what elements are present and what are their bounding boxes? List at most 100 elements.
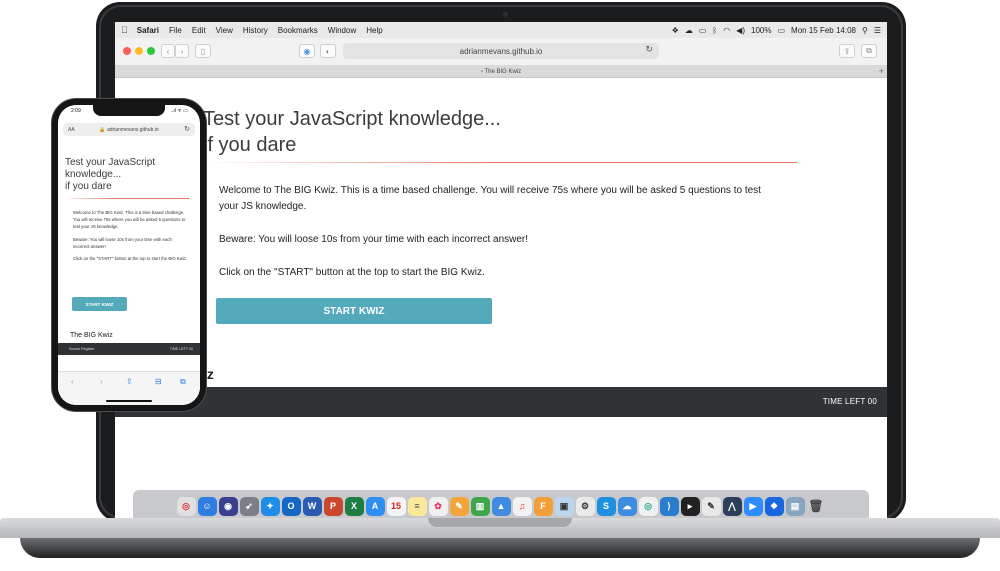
- phone-scores-link[interactable]: Scores Register: [69, 347, 95, 351]
- calendar-icon[interactable]: 15: [386, 496, 406, 516]
- reload-icon[interactable]: ↻: [645, 44, 653, 55]
- forward-button[interactable]: ›: [175, 44, 189, 58]
- cloud-status-icon[interactable]: ☁: [685, 26, 693, 35]
- system-preferences-icon[interactable]: ⚙: [575, 496, 595, 516]
- menu-edit[interactable]: Edit: [192, 26, 206, 35]
- share-icon[interactable]: ⇪: [839, 44, 855, 58]
- menu-window[interactable]: Window: [328, 26, 356, 35]
- chrome-canary-icon[interactable]: ◎: [176, 496, 196, 516]
- onedrive-icon[interactable]: ☁: [617, 496, 637, 516]
- phone-tabs-icon[interactable]: ⧉: [180, 377, 186, 387]
- vscode-icon[interactable]: ⟩: [659, 496, 679, 516]
- back-button[interactable]: ‹: [161, 44, 175, 58]
- battery-icon: ▭: [777, 25, 786, 35]
- phone-safari-bottom-bar: ‹ › ⇪ ⊟ ⧉: [58, 371, 200, 405]
- start-kwiz-button[interactable]: START KWIZ: [216, 298, 492, 324]
- chrome-icon[interactable]: ◎: [638, 496, 658, 516]
- photos-icon[interactable]: ✿: [428, 496, 448, 516]
- outlook-icon[interactable]: O: [281, 496, 301, 516]
- menu-history[interactable]: History: [243, 26, 268, 35]
- phone-footer: Scores Register TIME LEFT 00: [58, 343, 200, 355]
- bluetooth-icon[interactable]: ᛒ: [712, 26, 717, 35]
- script-editor-icon[interactable]: ✎: [701, 496, 721, 516]
- launchpad-icon[interactable]: ➶: [239, 496, 259, 516]
- finder-icon[interactable]: ☺: [197, 496, 217, 516]
- trash-icon[interactable]: 🗑: [807, 497, 826, 516]
- address-bar[interactable]: adrianmevans.github.io ↻: [343, 43, 659, 59]
- tab-title: The BIG Kwiz: [484, 68, 522, 75]
- menu-bookmarks[interactable]: Bookmarks: [278, 26, 318, 35]
- keynote-icon[interactable]: ▲: [491, 496, 511, 516]
- phone-frame: 2:09 ..ıl ᯤ ▭ AA 🔒 adrianmevans.github.i…: [52, 99, 206, 411]
- airplay-icon[interactable]: ▭: [699, 26, 707, 35]
- intro-paragraph-welcome: Welcome to The BIG Kwiz. This is a time …: [219, 185, 761, 212]
- phone-title-line1: Test your JavaScript: [65, 157, 156, 168]
- pages-icon[interactable]: ✎: [449, 496, 469, 516]
- menu-file[interactable]: File: [169, 26, 182, 35]
- tabs-overview-icon[interactable]: ⧉: [861, 44, 877, 58]
- wifi-icon[interactable]: ◠: [723, 26, 730, 35]
- sidebar-toggle-icon[interactable]: ▯: [195, 44, 211, 58]
- laptop-base-notch: [428, 518, 572, 527]
- extension-icon[interactable]: ◉: [299, 44, 315, 58]
- numbers-icon[interactable]: ▥: [470, 496, 490, 516]
- phone-title-line2: knowledge...: [65, 169, 122, 180]
- phone-home-indicator: [106, 400, 152, 402]
- active-tab[interactable]: ▫ The BIG Kwiz: [481, 69, 521, 75]
- powerpoint-icon[interactable]: P: [323, 496, 343, 516]
- control-center-icon[interactable]: ☰: [874, 26, 881, 35]
- phone-title-line3: if you dare: [65, 181, 112, 192]
- phone-address-text: 🔒 adrianmevans.github.io: [99, 127, 159, 133]
- menu-view[interactable]: View: [216, 26, 233, 35]
- app-store-icon[interactable]: A: [365, 496, 385, 516]
- spotlight-search-icon[interactable]: ⚲: [862, 26, 868, 35]
- notes-icon[interactable]: ≡: [407, 496, 427, 516]
- address-text: adrianmevans.github.io: [459, 46, 543, 56]
- phone-paragraph-beware: Beware: You will loose 10s from your tim…: [73, 236, 172, 249]
- phone-share-icon[interactable]: ⇪: [126, 377, 133, 386]
- siri-icon[interactable]: ◉: [218, 496, 238, 516]
- zoom-window-button[interactable]: [147, 47, 155, 55]
- laptop-base-bottom: [20, 538, 980, 558]
- phone-bookmarks-icon[interactable]: ⊟: [155, 377, 162, 386]
- dropbox-icon[interactable]: ❖: [764, 496, 784, 516]
- excel-icon[interactable]: X: [344, 496, 364, 516]
- volume-icon[interactable]: ◀): [736, 26, 745, 35]
- menu-safari[interactable]: Safari: [137, 26, 159, 35]
- page-blank-area: [115, 417, 887, 497]
- phone-screen: 2:09 ..ıl ᯤ ▭ AA 🔒 adrianmevans.github.i…: [58, 105, 200, 405]
- close-window-button[interactable]: [123, 47, 131, 55]
- mac-menubar:  Safari File Edit View History Bookmark…: [115, 22, 887, 38]
- phone-page-title: Test your JavaScript knowledge... if you…: [65, 157, 195, 193]
- xcode-instruments-icon[interactable]: ⋀: [722, 496, 742, 516]
- phone-forward-icon[interactable]: ›: [100, 377, 103, 386]
- reader-mode-icon[interactable]: ◐: [320, 44, 336, 58]
- minimize-window-button[interactable]: [135, 47, 143, 55]
- battery-percent[interactable]: 100%: [751, 26, 771, 35]
- phone-intro-text: Welcome to The BIG Kwiz. This is a time …: [73, 209, 189, 267]
- downloads-stack-icon[interactable]: ▤: [785, 496, 805, 516]
- phone-reload-icon[interactable]: ↻: [184, 125, 190, 133]
- phone-back-icon[interactable]: ‹: [71, 377, 74, 386]
- time-left: TIME LEFT 00: [822, 397, 877, 406]
- laptop-camera: [503, 12, 508, 17]
- phone-title-divider: [65, 198, 189, 199]
- phone-start-kwiz-button[interactable]: START KWIZ: [72, 297, 127, 311]
- new-tab-icon[interactable]: +: [879, 66, 884, 76]
- menu-help[interactable]: Help: [366, 26, 382, 35]
- music-icon[interactable]: ♫: [512, 496, 532, 516]
- phone-paragraph-welcome: Welcome to The BIG Kwiz. This is a time …: [73, 210, 186, 230]
- preview-icon[interactable]: ▣: [554, 496, 574, 516]
- terminal-icon[interactable]: ▸: [680, 496, 700, 516]
- dropbox-status-icon[interactable]: ❖: [672, 26, 679, 35]
- apple-menu-icon[interactable]: : [121, 25, 128, 35]
- phone-time: 2:09: [71, 108, 81, 114]
- word-icon[interactable]: W: [302, 496, 322, 516]
- device-mockup:  Safari File Edit View History Bookmark…: [0, 0, 1000, 571]
- safari-icon[interactable]: ✦: [260, 496, 280, 516]
- zoom-icon[interactable]: ▶: [743, 496, 763, 516]
- sketch-icon[interactable]: F: [533, 496, 553, 516]
- skype-icon[interactable]: S: [596, 496, 616, 516]
- phone-address-bar[interactable]: AA 🔒 adrianmevans.github.io ↻: [63, 123, 195, 136]
- menubar-clock[interactable]: Mon 15 Feb 14:08: [791, 26, 856, 35]
